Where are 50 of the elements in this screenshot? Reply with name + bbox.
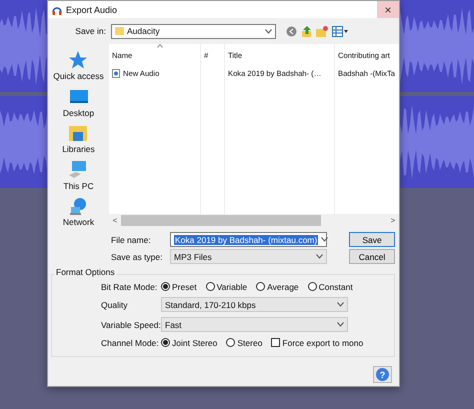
cancel-button[interactable]: Cancel [349, 249, 395, 264]
chevron-down-icon[interactable] [337, 302, 344, 307]
chevron-down-icon[interactable] [337, 322, 344, 327]
field-label: Quality [101, 300, 128, 310]
star-icon [68, 50, 88, 70]
chevron-down-icon[interactable] [316, 254, 323, 259]
radio-option[interactable]: Preset [161, 282, 197, 292]
field-label: Channel Mode: [101, 338, 160, 348]
horizontal-scrollbar[interactable]: < > [109, 214, 399, 227]
place-item[interactable]: Desktop [62, 108, 94, 118]
place-item[interactable]: Libraries [62, 144, 95, 154]
field-label: Bit Rate Mode: [101, 282, 158, 292]
place-item[interactable]: Quick access [53, 71, 104, 82]
up-folder-icon[interactable] [301, 26, 312, 36]
quality-dropdown[interactable]: Standard, 170-210 kbps [161, 297, 348, 312]
file-name-field[interactable]: Koka 2019 by Badshah- (mixtau.com) [170, 232, 327, 247]
field-label: Save in: [74, 26, 106, 36]
scroll-right-button[interactable]: > [387, 214, 399, 227]
radio-option[interactable]: Joint Stereo [161, 338, 218, 348]
folder-icon [115, 27, 124, 35]
scrollbar-thumb[interactable] [121, 215, 321, 226]
audio-file-icon [112, 68, 120, 78]
folder-icon [68, 123, 88, 144]
headphones-icon [52, 4, 62, 14]
field-label: Save as type: [111, 252, 164, 262]
radio-option[interactable]: Stereo [226, 338, 262, 348]
network-icon [68, 196, 88, 216]
view-menu-icon[interactable] [332, 26, 348, 36]
group-title: Format Options [54, 267, 117, 277]
chevron-down-icon[interactable] [265, 28, 272, 34]
speed-dropdown[interactable]: Fast [161, 317, 348, 332]
scroll-left-button[interactable]: < [109, 214, 121, 227]
back-icon[interactable] [286, 26, 297, 36]
chevron-down-icon[interactable] [321, 237, 328, 242]
save-button[interactable]: Save [349, 232, 395, 247]
checkbox-option[interactable]: Force export to mono [271, 338, 364, 348]
new-folder-icon[interactable] [316, 26, 328, 36]
window-title: Export Audio [66, 4, 118, 14]
computer-icon [68, 160, 88, 180]
radio-option[interactable]: Variable [206, 282, 248, 292]
radio-option[interactable]: Average [256, 282, 299, 292]
file-type-dropdown[interactable]: MP3 Files [170, 249, 327, 264]
radio-option[interactable]: Constant [308, 282, 353, 292]
save-in-dropdown[interactable]: Audacity [111, 24, 276, 38]
help-button[interactable]: ? [373, 366, 392, 383]
field-label: Variable Speed: [101, 320, 161, 330]
place-item[interactable]: Network [62, 217, 94, 228]
close-button[interactable]: × [377, 1, 399, 18]
place-item[interactable]: This PC [63, 180, 94, 191]
field-label: File name: [111, 234, 152, 244]
